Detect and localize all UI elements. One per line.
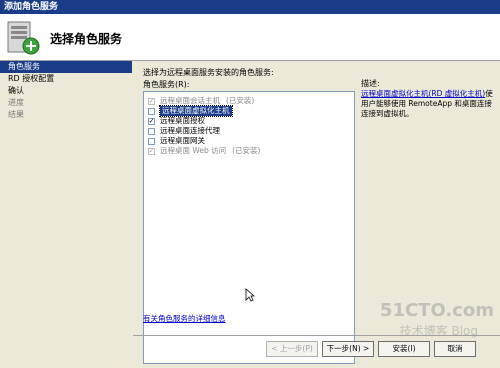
- window-title: 添加角色服务: [0, 0, 500, 14]
- server-add-icon: [7, 21, 40, 55]
- role-item-virtualization-host[interactable]: 远程桌面虚拟化主机: [148, 105, 233, 117]
- role-item-licensing[interactable]: ✓ 远程桌面授权: [148, 116, 205, 126]
- cancel-button[interactable]: 取消: [434, 341, 476, 357]
- watermark-site: 51CTO.com: [379, 300, 494, 321]
- description-link[interactable]: 远程桌面虚拟化主机(RD 虚拟化主机): [361, 89, 485, 98]
- page-title: 选择角色服务: [50, 32, 123, 46]
- install-button[interactable]: 安装(I): [378, 341, 430, 357]
- wizard-sidebar: 角色服务 RD 授权配置 确认 进度 结果: [0, 61, 132, 368]
- checkbox[interactable]: [148, 137, 155, 145]
- checkbox[interactable]: ✓: [148, 117, 155, 125]
- wizard-header: 选择角色服务: [0, 14, 500, 61]
- checkbox: ✓: [148, 146, 155, 155]
- description-title: 描述:: [361, 79, 380, 88]
- sidebar-item-results: 结果: [8, 110, 24, 119]
- mouse-cursor-icon: [245, 288, 255, 302]
- prev-button[interactable]: < 上一步(P): [266, 341, 318, 357]
- role-item-web-access: ✓ 远程桌面 Web 访问 (已安装): [148, 146, 261, 155]
- role-item-connection-broker[interactable]: 远程桌面连接代理: [148, 126, 220, 136]
- checkbox[interactable]: [148, 127, 155, 135]
- description-text: 远程桌面虚拟化主机(RD 虚拟化主机)使用户能够使用 RemoteApp 和桌面…: [361, 89, 493, 118]
- role-item-session-host: ✓ 远程桌面会话主机 (已安装): [148, 96, 255, 105]
- checkbox[interactable]: [148, 107, 155, 115]
- role-services-label: 角色服务(R):: [143, 80, 190, 89]
- role-item-gateway[interactable]: 远程桌面网关: [148, 136, 205, 146]
- sidebar-item-progress: 进度: [8, 98, 24, 107]
- sidebar-item-role-services[interactable]: 角色服务: [0, 61, 132, 73]
- watermark-blog: 技术博客 Blog: [399, 324, 478, 338]
- sidebar-item-confirm[interactable]: 确认: [0, 85, 132, 97]
- next-button[interactable]: 下一步(N) >: [322, 341, 374, 357]
- checkbox: ✓: [148, 96, 155, 105]
- instruction-text: 选择为远程桌面服务安装的角色服务:: [143, 68, 274, 77]
- more-info-link[interactable]: 有关角色服务的详细信息: [143, 313, 226, 324]
- sidebar-item-rd-licensing[interactable]: RD 授权配置: [0, 73, 132, 85]
